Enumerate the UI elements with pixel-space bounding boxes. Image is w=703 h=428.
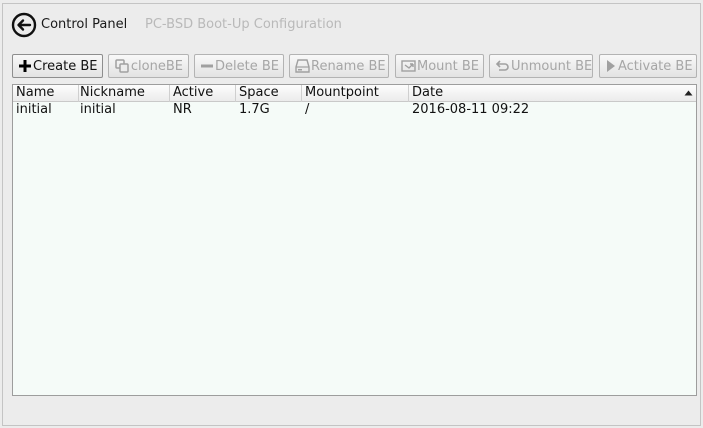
page-title: PC-BSD Boot-Up Configuration bbox=[145, 17, 342, 32]
plus-icon bbox=[18, 58, 32, 74]
mount-be-button[interactable]: Mount BE bbox=[395, 54, 484, 78]
cell-mountpoint: / bbox=[305, 102, 310, 117]
create-be-label: Create BE bbox=[33, 58, 98, 74]
drive-icon bbox=[295, 58, 310, 74]
clone-be-label: cloneBE bbox=[130, 58, 183, 74]
column-header-space[interactable]: Space bbox=[236, 85, 302, 102]
clone-icon bbox=[114, 58, 130, 74]
rename-be-button[interactable]: Rename BE bbox=[289, 54, 389, 78]
rename-be-label: Rename BE bbox=[311, 58, 386, 74]
minus-icon bbox=[200, 58, 214, 74]
column-header-date[interactable]: Date bbox=[409, 85, 698, 102]
boot-config-window: Control Panel PC-BSD Boot-Up Configurati… bbox=[2, 3, 701, 426]
cell-name: initial bbox=[16, 102, 52, 117]
unmount-be-button[interactable]: Unmount BE bbox=[489, 54, 593, 78]
table-row[interactable]: initial initial NR 1.7G / 2016-08-11 09:… bbox=[13, 102, 696, 118]
column-header-active[interactable]: Active bbox=[170, 85, 236, 102]
table-body: initial initial NR 1.7G / 2016-08-11 09:… bbox=[13, 102, 696, 118]
title-bar: Control Panel PC-BSD Boot-Up Configurati… bbox=[3, 4, 700, 44]
play-icon bbox=[605, 58, 617, 74]
unmount-be-label: Unmount BE bbox=[511, 58, 593, 74]
table-header: Name Nickname Active Space Mountpoint Da… bbox=[13, 85, 696, 102]
cell-active: NR bbox=[173, 102, 192, 117]
cell-nickname: initial bbox=[80, 102, 116, 117]
create-be-button[interactable]: Create BE bbox=[12, 54, 103, 78]
delete-be-label: Delete BE bbox=[215, 58, 279, 74]
unmount-icon bbox=[495, 58, 510, 74]
cell-space: 1.7G bbox=[239, 102, 270, 117]
clone-be-button[interactable]: cloneBE bbox=[108, 54, 189, 78]
breadcrumb-control-panel[interactable]: Control Panel bbox=[41, 17, 127, 32]
toolbar: Create BE cloneBE Delete BE Rename BE Mo… bbox=[12, 54, 698, 78]
mount-icon bbox=[401, 58, 416, 74]
column-header-name[interactable]: Name bbox=[13, 85, 79, 102]
column-header-nickname[interactable]: Nickname bbox=[77, 85, 170, 102]
cell-date: 2016-08-11 09:22 bbox=[412, 102, 530, 117]
sort-ascending-icon[interactable] bbox=[684, 90, 693, 96]
activate-be-button[interactable]: Activate BE bbox=[599, 54, 697, 78]
activate-be-label: Activate BE bbox=[618, 58, 693, 74]
boot-environment-table: Name Nickname Active Space Mountpoint Da… bbox=[12, 84, 697, 396]
mount-be-label: Mount BE bbox=[417, 58, 480, 74]
delete-be-button[interactable]: Delete BE bbox=[194, 54, 284, 78]
back-button[interactable] bbox=[11, 12, 37, 38]
back-arrow-circle-icon bbox=[11, 12, 37, 38]
column-header-mountpoint[interactable]: Mountpoint bbox=[302, 85, 409, 102]
